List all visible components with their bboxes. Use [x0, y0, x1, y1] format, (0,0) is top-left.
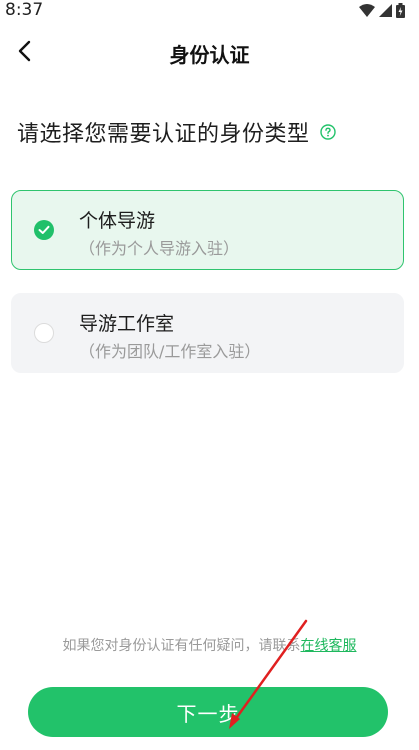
option-title: 个体导游: [79, 210, 156, 232]
footer-note-text: 如果您对身份认证有任何疑问，请联系: [62, 638, 301, 654]
question-text: 请选择您需要认证的身份类型: [17, 122, 310, 147]
help-icon[interactable]: [319, 124, 336, 140]
radio-checked-icon[interactable]: [34, 220, 54, 240]
question-row: 请选择您需要认证的身份类型: [17, 116, 336, 148]
option-individual-guide[interactable]: 个体导游 （作为个人导游入驻）: [11, 190, 404, 270]
option-title: 导游工作室: [79, 313, 175, 335]
online-service-link[interactable]: 在线客服: [301, 638, 357, 654]
status-bar: 8:37: [0, 0, 419, 22]
option-subtitle: （作为个人导游入驻）: [79, 239, 240, 258]
option-guide-studio[interactable]: 导游工作室 （作为团队/工作室入驻）: [11, 293, 404, 373]
next-step-button[interactable]: 下一步: [28, 687, 388, 737]
status-icons: [359, 3, 405, 18]
nav-bar: 身份认证: [0, 22, 419, 82]
signal-icon: [379, 4, 392, 17]
radio-unchecked-icon[interactable]: [34, 323, 54, 343]
footer-note: 如果您对身份认证有任何疑问，请联系在线客服: [0, 635, 419, 655]
wifi-icon: [359, 4, 375, 17]
option-subtitle: （作为团队/工作室入驻）: [79, 342, 261, 361]
status-time: 8:37: [5, 0, 44, 20]
check-icon: [38, 225, 50, 234]
page-title: 身份认证: [169, 43, 250, 67]
battery-icon: [396, 3, 405, 18]
next-step-label: 下一步: [176, 701, 240, 726]
